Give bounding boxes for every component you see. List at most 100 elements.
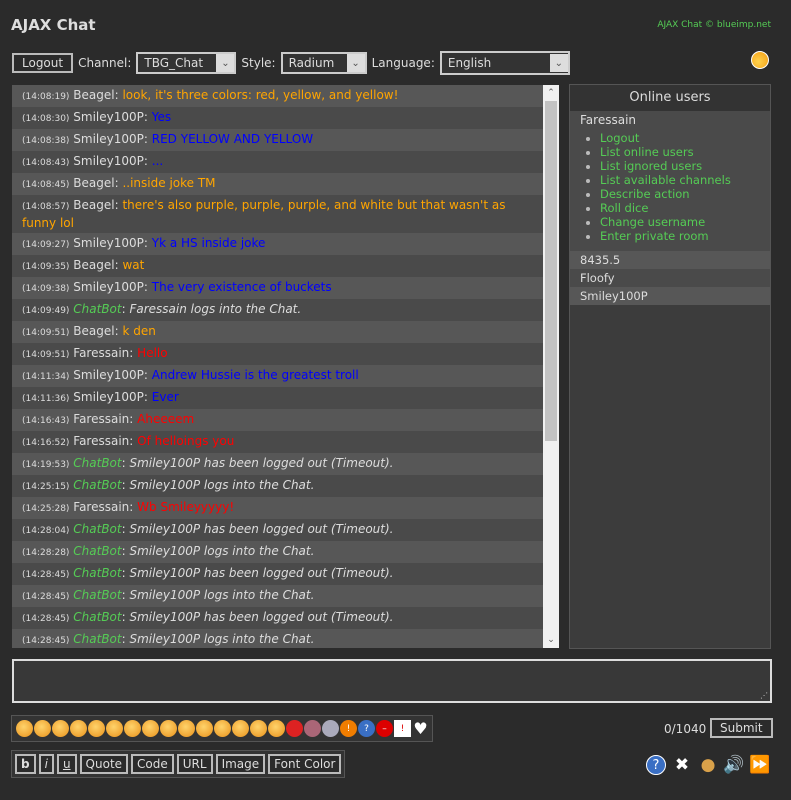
autoscroll-icon[interactable]: ⏩ [749, 755, 770, 775]
italic-button[interactable]: i [38, 754, 54, 774]
status-icon[interactable] [751, 51, 769, 69]
user-action-link[interactable]: Roll dice [600, 201, 648, 215]
neutral-icon[interactable] [106, 720, 123, 737]
message-time: (14:25:15) [22, 482, 70, 492]
message-user[interactable]: Faressain [73, 434, 129, 448]
message-user[interactable]: Faressain [73, 500, 129, 514]
style-select[interactable]: Radium ⌄ [280, 52, 367, 74]
user-action-link[interactable]: List online users [600, 145, 694, 159]
blush-icon[interactable] [142, 720, 159, 737]
message-user[interactable]: Smiley100P [73, 280, 144, 294]
nerd-icon[interactable] [160, 720, 177, 737]
message-user[interactable]: Smiley100P [73, 132, 144, 146]
message-user[interactable]: ChatBot [73, 588, 121, 602]
heart-icon[interactable]: ♥ [412, 719, 429, 738]
message-separator: : [121, 566, 126, 580]
chat-message: (14:08:57) Beagel: there's also purple, … [12, 195, 543, 233]
question-icon[interactable]: ? [358, 720, 375, 737]
submit-button[interactable]: Submit [710, 718, 773, 738]
quote-button[interactable]: Quote [79, 754, 129, 774]
message-input[interactable]: ⋰ [12, 659, 772, 703]
scroll-thumb[interactable] [545, 101, 557, 441]
message-user[interactable]: ChatBot [73, 566, 121, 580]
warning-icon[interactable]: ! [394, 720, 411, 737]
message-user[interactable]: Beagel [73, 324, 114, 338]
angry-icon[interactable] [250, 720, 267, 737]
emoticon-bar: !? –! ♥ [11, 715, 433, 742]
code-button[interactable]: Code [131, 754, 174, 774]
user-action-link[interactable]: Enter private room [600, 229, 709, 243]
message-user[interactable]: ChatBot [73, 544, 121, 558]
message-user[interactable]: ChatBot [73, 478, 121, 492]
angel-icon[interactable] [268, 720, 285, 737]
bold-button[interactable]: b [15, 754, 36, 774]
message-user[interactable]: Smiley100P [73, 368, 144, 382]
grin-icon[interactable] [88, 720, 105, 737]
channel-select[interactable]: TBG_Chat ⌄ [136, 52, 237, 74]
online-user[interactable]: 8435.5 [570, 251, 770, 269]
logout-button[interactable]: Logout [12, 53, 74, 73]
settings-tools-icon[interactable]: ✖ [672, 755, 692, 775]
user-action-link[interactable]: Logout [600, 131, 639, 145]
monkey-icon[interactable] [304, 720, 321, 737]
message-time: (14:11:34) [22, 372, 70, 382]
message-user[interactable]: Smiley100P [73, 154, 144, 168]
message-user[interactable]: ChatBot [73, 522, 121, 536]
message-user[interactable]: Faressain [73, 412, 129, 426]
message-user[interactable]: Beagel [73, 198, 114, 212]
message-user[interactable]: Faressain [73, 346, 129, 360]
underline-button[interactable]: u [56, 754, 77, 774]
cry-icon[interactable] [232, 720, 249, 737]
user-action: Roll dice [600, 201, 760, 215]
chevron-down-icon: ⌄ [549, 54, 568, 72]
message-user[interactable]: ChatBot [73, 632, 121, 646]
message-separator: : [129, 412, 134, 426]
online-list-icon[interactable]: ● [698, 755, 718, 775]
help-icon[interactable]: ? [646, 755, 666, 775]
exclamation-icon[interactable]: ! [340, 720, 357, 737]
resize-grip-icon[interactable]: ⋰ [760, 691, 768, 700]
blueimp-link[interactable]: blueimp.net [717, 20, 771, 30]
url-button[interactable]: URL [176, 754, 213, 774]
bulb-icon[interactable] [322, 720, 339, 737]
scroll-up-icon[interactable]: ⌃ [543, 85, 559, 101]
tongue-icon[interactable] [70, 720, 87, 737]
wink-icon[interactable] [52, 720, 69, 737]
bottom-icons: ? ✖ ● 🔊 ⏩ [646, 755, 771, 775]
message-user[interactable]: Beagel [73, 258, 114, 272]
message-user[interactable]: Beagel [73, 88, 114, 102]
chat-message: (14:11:34) Smiley100P: Andrew Hussie is … [12, 365, 543, 387]
user-action: List ignored users [600, 159, 760, 173]
image-button[interactable]: Image [215, 754, 266, 774]
chat-message: (14:16:43) Faressain: Aheeeem [12, 409, 543, 431]
online-user[interactable]: Floofy [570, 269, 770, 287]
font-color-button[interactable]: Font Color [268, 754, 342, 774]
user-action-link[interactable]: List available channels [600, 173, 731, 187]
laugh-icon[interactable] [214, 720, 231, 737]
surprised-icon[interactable] [124, 720, 141, 737]
message-user[interactable]: Beagel [73, 176, 114, 190]
message-user[interactable]: Smiley100P [73, 390, 144, 404]
message-user[interactable]: ChatBot [73, 610, 121, 624]
user-action-link[interactable]: Change username [600, 215, 705, 229]
eyes-icon[interactable] [178, 720, 195, 737]
cool-icon[interactable] [196, 720, 213, 737]
user-action-link[interactable]: Describe action [600, 187, 690, 201]
online-user[interactable]: Smiley100P [570, 287, 770, 305]
smile-icon[interactable] [16, 720, 33, 737]
message-user[interactable]: ChatBot [73, 302, 121, 316]
message-user[interactable]: ChatBot [73, 456, 121, 470]
message-separator: : [129, 434, 134, 448]
sad-icon[interactable] [34, 720, 51, 737]
stop-icon[interactable]: – [376, 720, 393, 737]
language-select[interactable]: English ⌄ [439, 51, 570, 75]
user-action: Describe action [600, 187, 760, 201]
scrollbar[interactable]: ⌃ ⌄ [543, 85, 559, 648]
user-action-link[interactable]: List ignored users [600, 159, 702, 173]
devil-icon[interactable] [286, 720, 303, 737]
message-user[interactable]: Smiley100P [73, 110, 144, 124]
scroll-down-icon[interactable]: ⌄ [543, 632, 559, 648]
message-user[interactable]: Smiley100P [73, 236, 144, 250]
sound-icon[interactable]: 🔊 [723, 755, 744, 775]
current-user-name[interactable]: Faressain [580, 113, 760, 127]
